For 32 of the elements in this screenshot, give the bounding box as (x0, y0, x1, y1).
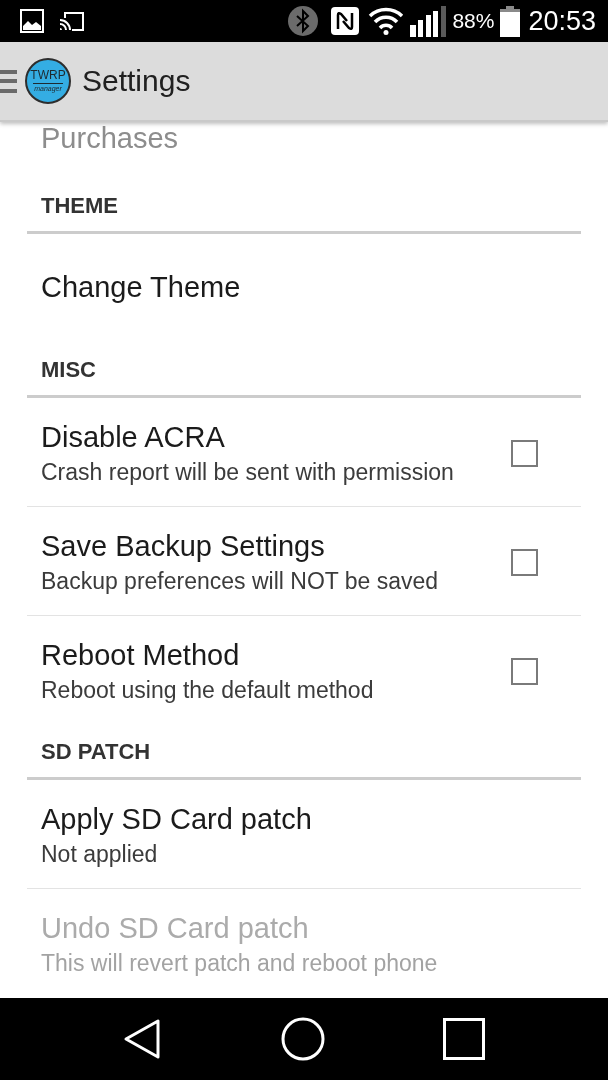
section-header: SD PATCH (41, 739, 152, 765)
home-icon[interactable] (281, 1017, 325, 1061)
checkbox[interactable] (511, 549, 538, 576)
signal-icon (410, 5, 447, 37)
preference-summary: This will revert patch and reboot phone (41, 949, 439, 977)
checkbox[interactable] (511, 440, 538, 467)
preference-title: Undo SD Card patch (41, 911, 310, 945)
clock-time: 20:53 (528, 5, 596, 37)
preference-summary: Crash report will be sent with permission (41, 458, 455, 486)
preference-summary: Reboot using the default method (41, 676, 375, 704)
bluetooth-icon (288, 6, 319, 36)
battery-percent: 88% (452, 8, 495, 34)
preference-title[interactable]: Save Backup Settings (41, 529, 511, 563)
preference-summary: Not applied (41, 840, 159, 868)
wifi-icon (368, 7, 405, 35)
preference-title[interactable]: Disable ACRA (41, 420, 511, 454)
section-header: MISC (41, 357, 97, 383)
logo-text: TWRP (30, 69, 66, 81)
back-icon[interactable] (123, 1018, 161, 1060)
checkbox[interactable] (511, 658, 538, 685)
battery-icon (500, 5, 521, 37)
cast-icon (59, 10, 85, 32)
preference-title[interactable]: Reboot Method (41, 638, 511, 672)
nfc-icon (331, 7, 360, 35)
menu-icon[interactable] (0, 69, 17, 93)
preference-title[interactable]: Change Theme (41, 270, 538, 304)
app-title: Settings (82, 63, 191, 99)
preference-title[interactable]: Apply SD Card patch (41, 802, 538, 836)
recents-icon[interactable] (443, 1018, 485, 1060)
image-icon (20, 9, 44, 33)
preference-summary: Backup preferences will NOT be saved (41, 567, 440, 595)
section-header: THEME (41, 193, 119, 219)
